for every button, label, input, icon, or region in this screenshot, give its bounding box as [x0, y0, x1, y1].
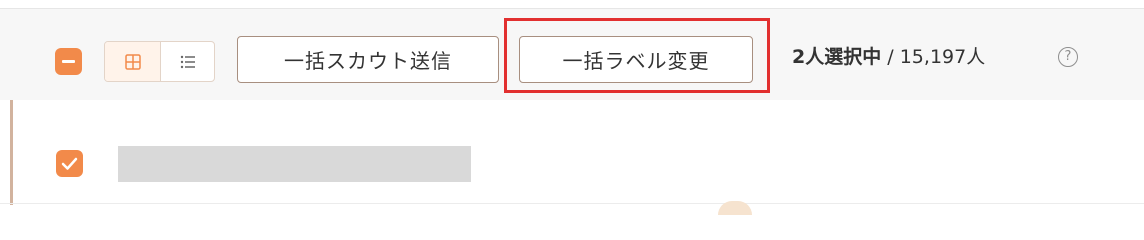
- total-count-text: / 15,197人: [887, 46, 986, 68]
- row-checkbox[interactable]: [56, 150, 83, 177]
- checkmark-icon: [61, 157, 78, 170]
- grid-icon: [124, 53, 141, 70]
- select-all-checkbox[interactable]: [55, 48, 82, 75]
- selected-count-text: 2人選択中: [792, 46, 882, 68]
- list-icon: [180, 55, 195, 68]
- indeterminate-mark: [62, 60, 75, 63]
- list-view-button[interactable]: [160, 42, 214, 81]
- row-divider: [0, 203, 1144, 204]
- top-edge: [0, 0, 1144, 9]
- bulk-label-change-button[interactable]: 一括ラベル変更: [519, 36, 753, 83]
- help-icon[interactable]: ?: [1058, 47, 1078, 67]
- candidate-name-redacted: [118, 146, 471, 182]
- selection-count: 2人選択中 / 15,197人: [792, 42, 985, 72]
- bulk-scout-button[interactable]: 一括スカウト送信: [237, 36, 499, 83]
- row-accent-bar: [10, 100, 13, 205]
- grid-view-button[interactable]: [105, 42, 161, 81]
- view-toggle: [104, 41, 215, 82]
